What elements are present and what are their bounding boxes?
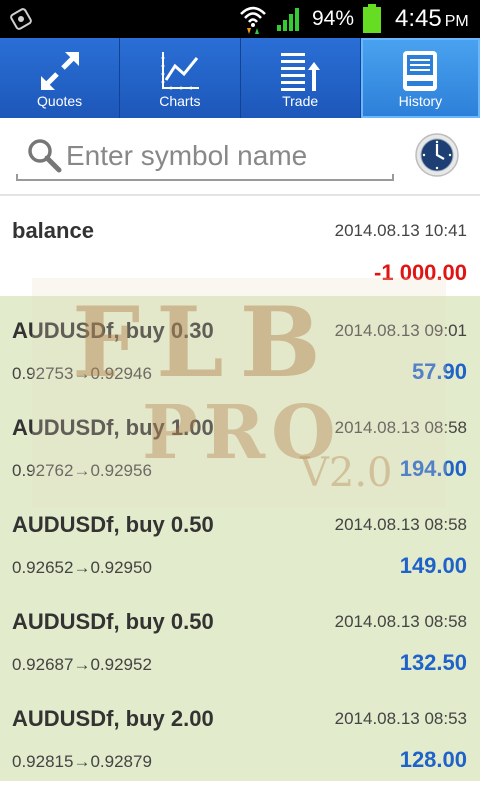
row-time: 2014.08.13 09:01: [334, 321, 467, 340]
search-input[interactable]: [66, 134, 390, 178]
wifi-icon: [240, 6, 266, 34]
status-bar: 94% 4:45 PM: [0, 0, 480, 38]
main-tab-bar: Quotes Charts Trade History: [0, 38, 480, 118]
row-title: AUDUSDf, buy 0.30: [12, 318, 214, 343]
tab-trade[interactable]: Trade: [241, 38, 361, 118]
row-profit: 128.00: [399, 747, 467, 772]
quotes-arrows-icon: [40, 52, 79, 90]
row-prices: 0.92652→0.92950: [12, 558, 152, 577]
usb-debug-icon: [10, 8, 32, 30]
history-row-deal[interactable]: AUDUSDf, buy 0.50 2014.08.13 08:58 0.926…: [0, 587, 480, 684]
row-prices: 0.92687→0.92952: [12, 655, 152, 674]
row-title: AUDUSDf, buy 0.50: [12, 512, 214, 537]
tab-label: Trade: [282, 93, 319, 109]
status-clock: 4:45 PM: [395, 5, 469, 33]
row-prices: 0.92762→0.92956: [12, 461, 152, 480]
row-profit: -1 000.00: [374, 260, 467, 285]
history-icon: [403, 51, 438, 91]
search-bar: [0, 118, 480, 196]
row-profit: 194.00: [399, 456, 467, 481]
battery-percentage: 94%: [312, 7, 355, 30]
row-profit: 57.90: [411, 359, 467, 384]
clock-time: 4:45: [395, 5, 442, 32]
row-title: balance: [12, 218, 94, 243]
history-row-deal[interactable]: AUDUSDf, buy 2.00 2014.08.13 08:53 0.928…: [0, 684, 480, 781]
trade-list-icon: [281, 53, 321, 91]
tab-label: Quotes: [37, 93, 83, 109]
tab-label: Charts: [159, 93, 201, 109]
history-row-deal[interactable]: AUDUSDf, buy 0.30 2014.08.13 09:01 0.927…: [0, 296, 480, 393]
row-time: 2014.08.13 08:58: [334, 418, 467, 437]
history-row-deal[interactable]: AUDUSDf, buy 0.50 2014.08.13 08:58 0.926…: [0, 490, 480, 587]
row-title: AUDUSDf, buy 0.50: [12, 609, 214, 634]
clock-ampm: PM: [444, 13, 469, 30]
tab-quotes[interactable]: Quotes: [0, 38, 121, 118]
search-underline: [16, 174, 394, 181]
row-time: 2014.08.13 10:41: [334, 221, 467, 240]
tab-label: History: [398, 93, 443, 109]
search-icon[interactable]: [26, 137, 62, 173]
battery-icon: [363, 4, 381, 33]
history-list: balance 2014.08.13 10:41 -1 000.00 AUDUS…: [0, 196, 480, 800]
history-row-balance[interactable]: balance 2014.08.13 10:41 -1 000.00: [0, 196, 480, 296]
row-prices: 0.92815→0.92879: [12, 752, 152, 771]
row-time: 2014.08.13 08:58: [334, 515, 467, 534]
row-prices: 0.92753→0.92946: [12, 364, 152, 383]
history-period-clock-button[interactable]: [414, 132, 460, 178]
tab-charts[interactable]: Charts: [120, 38, 241, 118]
signal-icon: [277, 8, 299, 31]
history-row-deal[interactable]: AUDUSDf, buy 1.00 2014.08.13 08:58 0.927…: [0, 393, 480, 490]
row-time: 2014.08.13 08:53: [334, 709, 467, 728]
row-title: AUDUSDf, buy 1.00: [12, 415, 214, 440]
tab-history[interactable]: History: [360, 38, 480, 118]
row-title: AUDUSDf, buy 2.00: [12, 706, 214, 731]
row-profit: 132.50: [399, 650, 467, 675]
row-time: 2014.08.13 08:58: [334, 612, 467, 631]
chart-line-icon: [160, 52, 199, 90]
row-profit: 149.00: [399, 553, 467, 578]
